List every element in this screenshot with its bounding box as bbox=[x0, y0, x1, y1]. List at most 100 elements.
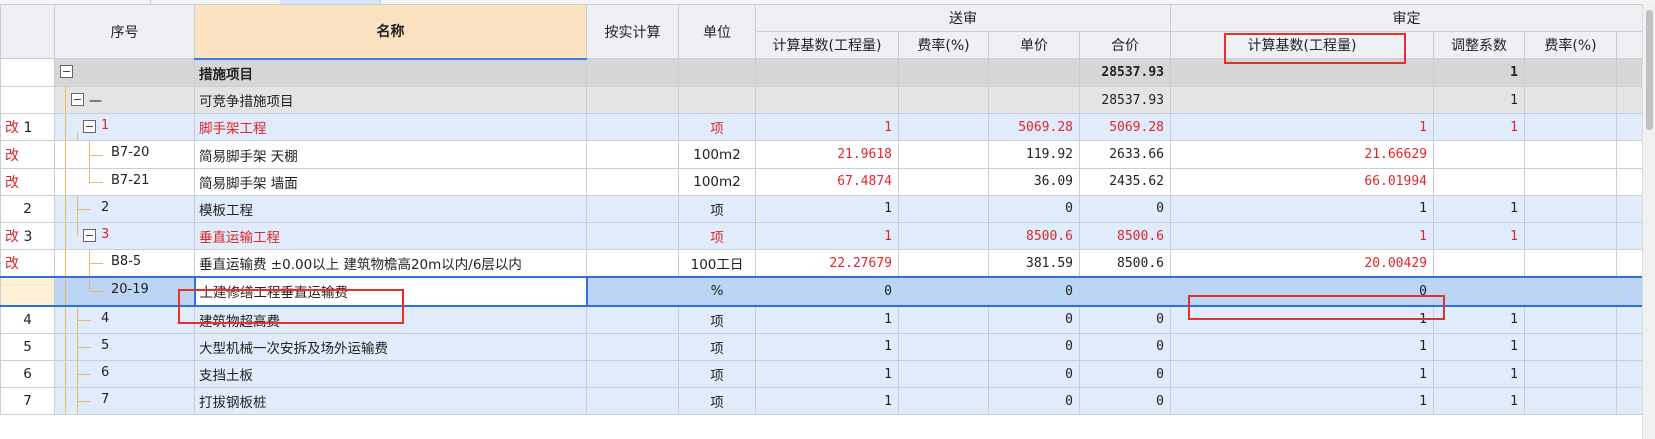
unit-cell[interactable]: 100m2 bbox=[678, 167, 756, 196]
table-row-selected[interactable]: 20-19 土建修缮工程垂直运输费 % 0 0 0 bbox=[0, 276, 1643, 307]
submit-base-cell[interactable] bbox=[755, 86, 899, 115]
submit-rate-cell[interactable] bbox=[898, 113, 989, 142]
audit-base-cell[interactable]: 66.01994 bbox=[1170, 167, 1434, 196]
submit-price-cell[interactable]: 119.92 bbox=[988, 140, 1080, 169]
unit-cell[interactable] bbox=[678, 58, 756, 88]
submit-base-cell[interactable]: 67.4874 bbox=[755, 167, 899, 196]
unit-cell[interactable]: 项 bbox=[678, 221, 756, 251]
audit-base-cell[interactable]: 1 bbox=[1170, 332, 1434, 361]
audit-base-cell[interactable]: 21.66629 bbox=[1170, 140, 1434, 169]
actual-calc-cell[interactable] bbox=[586, 305, 679, 334]
submit-price-cell[interactable] bbox=[988, 86, 1080, 115]
submit-rate-cell[interactable] bbox=[898, 167, 989, 196]
submit-price-cell[interactable]: 5069.28 bbox=[988, 113, 1080, 142]
tree-cell[interactable]: 7 bbox=[54, 387, 195, 416]
submit-total-cell[interactable]: 0 bbox=[1079, 359, 1171, 389]
submit-rate-cell[interactable] bbox=[898, 221, 989, 251]
audit-base-cell[interactable] bbox=[1170, 86, 1434, 115]
header-submit-price[interactable]: 单价 bbox=[988, 31, 1080, 60]
audit-rate-cell[interactable] bbox=[1524, 332, 1617, 361]
header-actual-calc[interactable]: 按实计算 bbox=[586, 3, 679, 60]
submit-base-cell[interactable]: 1 bbox=[755, 332, 899, 361]
submit-total-cell[interactable]: 28537.93 bbox=[1079, 58, 1171, 88]
submit-price-cell[interactable]: 0 bbox=[988, 359, 1080, 389]
table-row[interactable]: 改 B7-20 简易脚手架 天棚 100m2 21.9618 119.92 26… bbox=[0, 140, 1643, 169]
audit-base-cell[interactable]: 0 bbox=[1170, 276, 1434, 307]
name-cell[interactable]: 垂直运输工程 bbox=[194, 221, 587, 251]
audit-rate-cell[interactable] bbox=[1524, 140, 1617, 169]
actual-calc-cell[interactable] bbox=[586, 86, 679, 115]
unit-cell[interactable] bbox=[678, 86, 756, 115]
audit-coef-cell[interactable]: 1 bbox=[1433, 387, 1525, 416]
submit-base-cell[interactable]: 21.9618 bbox=[755, 140, 899, 169]
table-row[interactable]: − 措施项目 28537.93 1 bbox=[0, 58, 1643, 88]
submit-price-cell[interactable] bbox=[988, 58, 1080, 88]
actual-calc-cell[interactable] bbox=[586, 58, 679, 88]
submit-price-cell[interactable]: 381.59 bbox=[988, 249, 1080, 278]
audit-rate-cell[interactable] bbox=[1524, 359, 1617, 389]
tree-cell[interactable]: 4 bbox=[54, 305, 195, 334]
header-seq[interactable]: 序号 bbox=[54, 3, 195, 60]
submit-base-cell[interactable]: 1 bbox=[755, 221, 899, 251]
audit-coef-cell[interactable]: 1 bbox=[1433, 359, 1525, 389]
name-cell[interactable]: 脚手架工程 bbox=[194, 113, 587, 142]
name-cell[interactable]: 模板工程 bbox=[194, 194, 587, 224]
submit-rate-cell[interactable] bbox=[898, 194, 989, 224]
name-cell[interactable]: 建筑物超高费 bbox=[194, 305, 587, 334]
table-row[interactable]: 改 B7-21 简易脚手架 墙面 100m2 67.4874 36.09 243… bbox=[0, 167, 1643, 196]
minus-box-icon[interactable]: − bbox=[60, 65, 73, 79]
actual-calc-cell[interactable] bbox=[586, 387, 679, 416]
submit-total-cell[interactable]: 2435.62 bbox=[1079, 167, 1171, 196]
audit-base-cell[interactable]: 1 bbox=[1170, 387, 1434, 416]
table-row[interactable]: 5 5 大型机械一次安拆及场外运输费 项 1 0 0 1 1 bbox=[0, 332, 1643, 361]
name-cell[interactable]: 支挡土板 bbox=[194, 359, 587, 389]
table-row[interactable]: − 一 可竞争措施项目 28537.93 1 bbox=[0, 86, 1643, 115]
audit-rate-cell[interactable] bbox=[1524, 194, 1617, 224]
submit-total-cell[interactable]: 5069.28 bbox=[1079, 113, 1171, 142]
name-cell[interactable]: 打拔钢板桩 bbox=[194, 387, 587, 416]
table-row[interactable]: 改 3 − 3 垂直运输工程 项 1 8500.6 8500.6 1 1 bbox=[0, 221, 1643, 251]
audit-coef-cell[interactable]: 1 bbox=[1433, 113, 1525, 142]
submit-total-cell[interactable]: 0 bbox=[1079, 387, 1171, 416]
audit-rate-cell[interactable] bbox=[1524, 276, 1617, 307]
unit-cell[interactable]: 项 bbox=[678, 113, 756, 142]
submit-total-cell[interactable]: 8500.6 bbox=[1079, 221, 1171, 251]
submit-base-cell[interactable]: 1 bbox=[755, 305, 899, 334]
header-audit-coef[interactable]: 调整系数 bbox=[1433, 31, 1525, 60]
submit-total-cell[interactable] bbox=[1079, 276, 1171, 307]
submit-rate-cell[interactable] bbox=[898, 305, 989, 334]
submit-rate-cell[interactable] bbox=[898, 249, 989, 278]
name-cell[interactable]: 简易脚手架 墙面 bbox=[194, 167, 587, 196]
header-unit[interactable]: 单位 bbox=[678, 3, 756, 60]
tree-cell[interactable]: − 3 bbox=[54, 221, 195, 251]
audit-base-cell[interactable]: 1 bbox=[1170, 221, 1434, 251]
audit-base-cell[interactable]: 1 bbox=[1170, 305, 1434, 334]
audit-coef-cell[interactable] bbox=[1433, 167, 1525, 196]
table-row[interactable]: 改 B8-5 垂直运输费 ±0.00以上 建筑物檐高20m以内/6层以内 100… bbox=[0, 249, 1643, 278]
actual-calc-cell[interactable] bbox=[586, 276, 679, 307]
submit-price-cell[interactable]: 8500.6 bbox=[988, 221, 1080, 251]
actual-calc-cell[interactable] bbox=[586, 249, 679, 278]
submit-rate-cell[interactable] bbox=[898, 332, 989, 361]
submit-base-cell[interactable]: 1 bbox=[755, 113, 899, 142]
audit-rate-cell[interactable] bbox=[1524, 249, 1617, 278]
audit-coef-cell[interactable]: 1 bbox=[1433, 221, 1525, 251]
submit-total-cell[interactable]: 0 bbox=[1079, 194, 1171, 224]
unit-cell[interactable]: % bbox=[678, 276, 756, 307]
name-cell-editing[interactable]: 土建修缮工程垂直运输费 bbox=[193, 276, 588, 307]
submit-rate-cell[interactable] bbox=[898, 359, 989, 389]
audit-coef-cell[interactable]: 1 bbox=[1433, 305, 1525, 334]
table-row[interactable]: 改 1 − 1 脚手架工程 项 1 5069.28 5069.28 1 1 bbox=[0, 113, 1643, 142]
submit-base-cell[interactable]: 0 bbox=[755, 276, 899, 307]
tree-cell[interactable]: 20-19 bbox=[54, 276, 195, 307]
actual-calc-cell[interactable] bbox=[586, 221, 679, 251]
table-row[interactable]: 2 2 模板工程 项 1 0 0 1 1 bbox=[0, 194, 1643, 224]
submit-total-cell[interactable]: 0 bbox=[1079, 305, 1171, 334]
tree-cell[interactable]: − bbox=[54, 58, 195, 88]
tree-cell[interactable]: 2 bbox=[54, 194, 195, 224]
table-row[interactable]: 7 7 打拔钢板桩 项 1 0 0 1 1 bbox=[0, 387, 1643, 416]
minus-box-icon[interactable]: − bbox=[83, 120, 96, 134]
vertical-scrollbar[interactable] bbox=[1642, 4, 1655, 439]
submit-price-cell[interactable]: 0 bbox=[988, 194, 1080, 224]
audit-base-cell[interactable]: 1 bbox=[1170, 359, 1434, 389]
